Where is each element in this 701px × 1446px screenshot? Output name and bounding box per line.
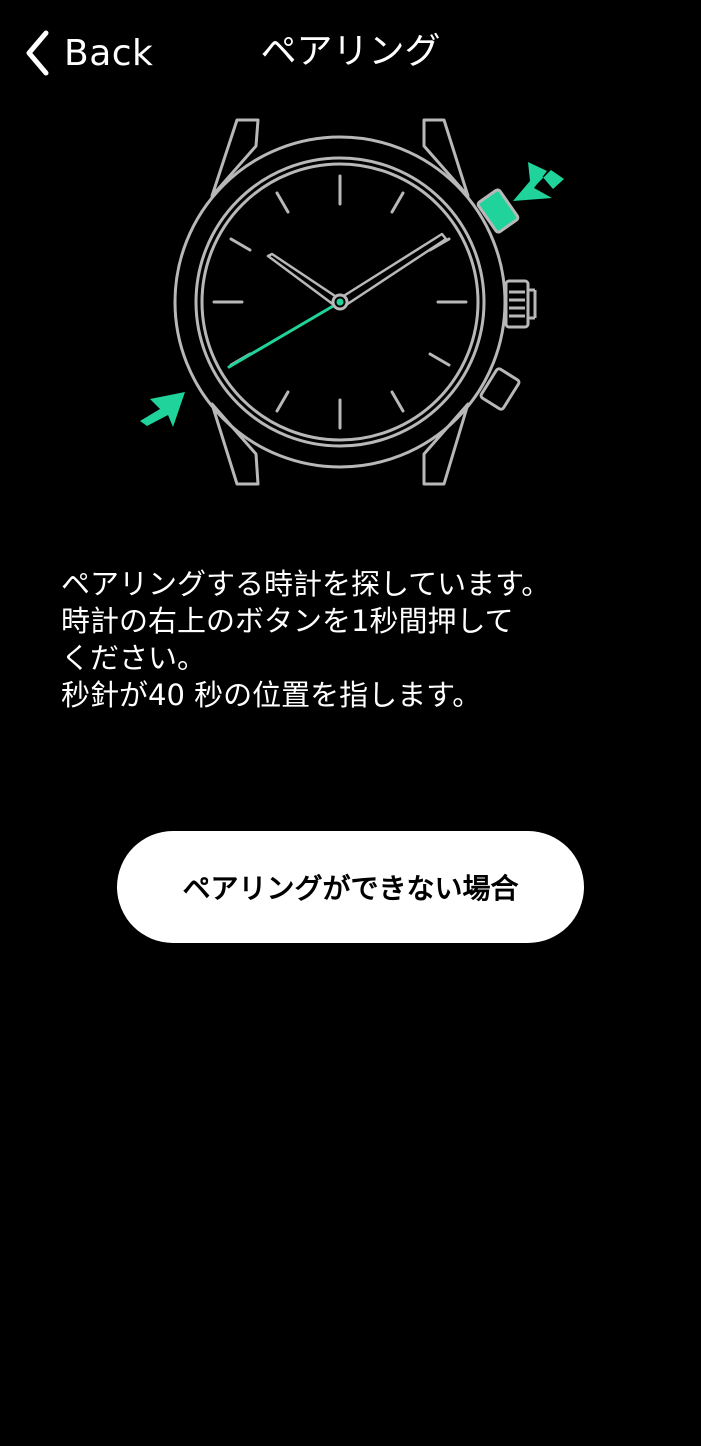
watch-pusher-bottom xyxy=(479,367,521,411)
pairing-instructions: ペアリングする時計を探しています。 時計の右上のボタンを1秒間押して ください。… xyxy=(61,566,661,714)
instruction-line: ください。 xyxy=(61,641,207,675)
watch-minute-hand xyxy=(340,232,448,307)
arrow-bottom-left xyxy=(140,392,185,427)
instruction-line: ペアリングする時計を探しています。 xyxy=(61,567,551,601)
watch-lug-top-left xyxy=(210,118,260,198)
instruction-line: 時計の右上のボタンを1秒間押して xyxy=(61,604,514,638)
pairing-help-button[interactable]: ペアリングができない場合 xyxy=(117,831,584,943)
watch-icon xyxy=(173,118,537,486)
watch-lug-bottom-right xyxy=(422,402,470,486)
watch-hour-hand xyxy=(266,252,340,307)
watch-lug-top-right xyxy=(422,118,470,198)
watch-crown xyxy=(504,279,530,329)
instruction-line: 秒針が40 秒の位置を指します。 xyxy=(61,678,482,712)
watch-illustration xyxy=(140,118,564,486)
header: Back ペアリング xyxy=(0,0,701,104)
watch-pusher-top-highlight xyxy=(476,188,520,234)
watch-second-hand xyxy=(227,300,342,369)
page-title: ペアリング xyxy=(260,31,441,72)
arrow-icon xyxy=(513,162,564,201)
